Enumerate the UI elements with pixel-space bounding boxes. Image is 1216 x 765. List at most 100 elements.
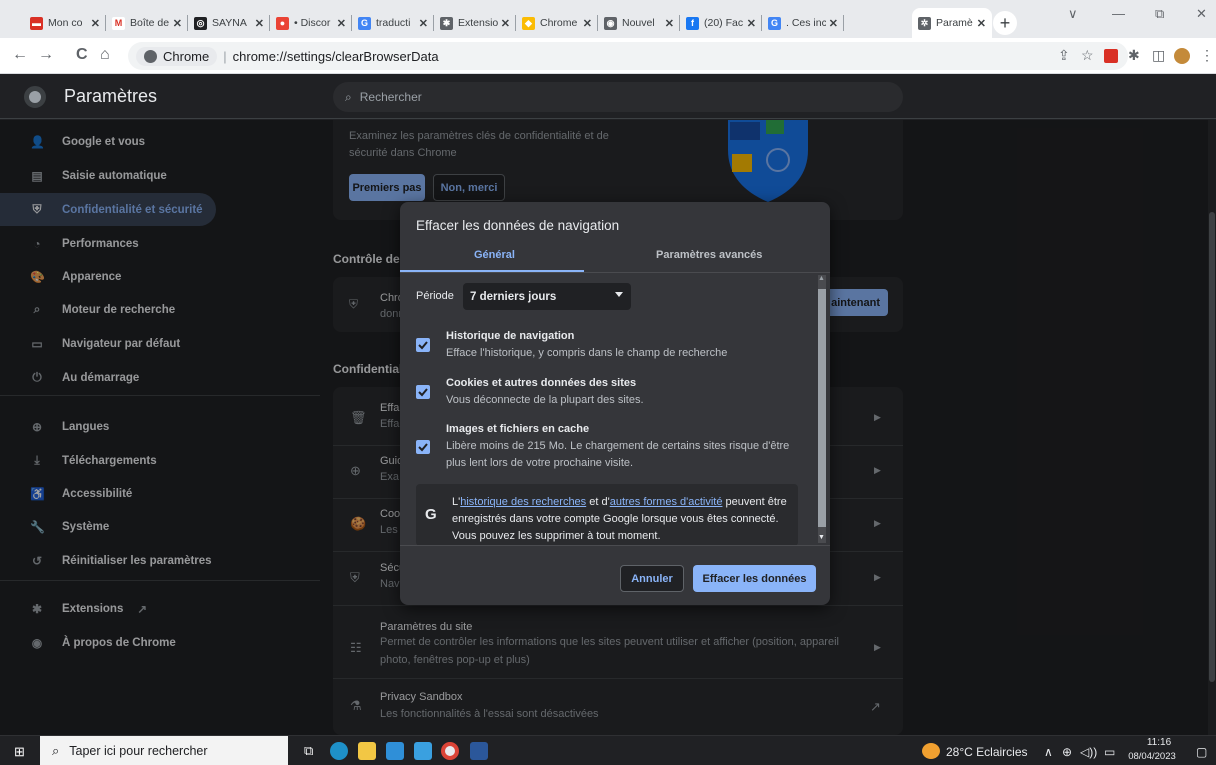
share-icon[interactable]: ⇪: [1058, 47, 1070, 64]
period-select[interactable]: 7 derniers jours: [463, 283, 631, 310]
tab-title: Paramè: [936, 17, 973, 29]
period-value: 7 derniers jours: [470, 290, 557, 303]
reload-icon[interactable]: C: [76, 46, 88, 64]
dialog-title: Effacer les données de navigation: [416, 218, 620, 233]
google-note-text: L'historique des recherches et d'autres …: [452, 494, 792, 545]
checkmark-icon: [418, 443, 428, 452]
tab-title: (20) Fac: [704, 17, 744, 29]
file-explorer-icon[interactable]: [358, 742, 376, 760]
tab-title: • Discor: [294, 17, 331, 29]
browser-tab[interactable]: ✲ Paramè ✕: [912, 8, 992, 38]
bookmark-star-icon[interactable]: ☆: [1081, 47, 1094, 64]
tray-expand-icon[interactable]: ∧: [1044, 745, 1053, 759]
other-activity-link[interactable]: autres formes d'activité: [610, 496, 723, 508]
note-mid: et d': [586, 496, 610, 508]
browser-tab[interactable]: ◉ Nouvel ✕: [598, 8, 680, 38]
history-title: Historique de navigation: [446, 330, 575, 342]
back-icon[interactable]: ←: [12, 46, 28, 64]
dialog-scroll-area[interactable]: Période 7 derniers jours Historique de n…: [400, 273, 830, 545]
dropdown-arrow-icon: [615, 292, 623, 297]
tab-close-icon[interactable]: ✕: [91, 17, 100, 30]
browser-tab[interactable]: ◆ Chrome ✕: [516, 8, 598, 38]
profile-avatar[interactable]: [1174, 48, 1190, 64]
address-bar[interactable]: Chrome | chrome://settings/clearBrowserD…: [128, 42, 1128, 70]
chrome-settings-logo-icon: [24, 86, 46, 108]
browser-tab[interactable]: G . Ces inc ✕: [762, 8, 844, 38]
tab-title: Chrome: [540, 17, 578, 29]
windows-taskbar: ⊞ ⌕ Taper ici pour rechercher ⧉ 28°C Ecl…: [0, 735, 1216, 765]
tab-close-icon[interactable]: ✕: [977, 17, 986, 30]
period-label: Période: [416, 290, 454, 302]
tab-close-icon[interactable]: ✕: [829, 17, 838, 30]
tab-favicon-icon: ✲: [918, 16, 931, 30]
search-history-link[interactable]: historique des recherches: [460, 496, 586, 508]
scroll-up-icon[interactable]: ▲: [818, 275, 825, 282]
cancel-button[interactable]: Annuler: [620, 565, 684, 592]
note-prefix: L': [452, 496, 461, 508]
dialog-scrollbar-thumb[interactable]: [818, 289, 826, 527]
tab-close-icon[interactable]: ✕: [583, 17, 592, 30]
menu-kebab-icon[interactable]: ⋮: [1200, 47, 1214, 64]
clear-data-button[interactable]: Effacer les données: [693, 565, 816, 592]
settings-search-input[interactable]: ⌕ Rechercher: [333, 82, 903, 112]
extensions-puzzle-icon[interactable]: ✱: [1128, 47, 1140, 64]
browser-tab[interactable]: f (20) Fac ✕: [680, 8, 762, 38]
browser-tab[interactable]: ◎ SAYNA ✕: [188, 8, 270, 38]
clock-time[interactable]: 11:16: [1134, 737, 1184, 748]
minimize-icon[interactable]: —: [1112, 6, 1125, 21]
browser-tab[interactable]: ▬ Mon co ✕: [24, 8, 106, 38]
tab-close-icon[interactable]: ✕: [173, 17, 182, 30]
edge-icon[interactable]: [330, 742, 348, 760]
volume-icon[interactable]: ◁)): [1080, 745, 1097, 759]
maximize-icon[interactable]: ⧉: [1155, 6, 1164, 22]
tab-basic[interactable]: Général: [474, 249, 515, 261]
url-origin: Chrome: [163, 48, 210, 64]
side-panel-icon[interactable]: ◫: [1152, 47, 1165, 64]
home-icon[interactable]: ⌂: [100, 46, 110, 64]
tab-close-icon[interactable]: ✕: [337, 17, 346, 30]
task-view-icon[interactable]: ⧉: [304, 743, 313, 759]
tab-advanced[interactable]: Paramètres avancés: [656, 249, 762, 261]
keyboard-icon[interactable]: ▭: [1104, 745, 1115, 759]
window-close-icon[interactable]: ✕: [1196, 6, 1207, 22]
tab-search-icon[interactable]: ∨: [1068, 6, 1078, 22]
tab-separator: [843, 15, 844, 31]
site-chip[interactable]: Chrome: [136, 46, 218, 66]
mail-icon[interactable]: [414, 742, 432, 760]
tab-close-icon[interactable]: ✕: [501, 17, 510, 30]
new-tab-button[interactable]: +: [993, 11, 1017, 35]
word-icon[interactable]: [470, 742, 488, 760]
search-icon: ⌕: [52, 743, 60, 758]
history-checkbox[interactable]: [416, 338, 430, 352]
browser-tab[interactable]: Gtraducti ✕: [352, 8, 434, 38]
network-icon[interactable]: ⊕: [1062, 745, 1072, 759]
chrome-icon: [144, 49, 157, 63]
browser-tab[interactable]: ✱ Extensio ✕: [434, 8, 516, 38]
taskbar-search-input[interactable]: ⌕ Taper ici pour rechercher: [40, 736, 288, 765]
tab-close-icon[interactable]: ✕: [747, 17, 756, 30]
forward-icon[interactable]: →: [38, 46, 54, 64]
clock-date[interactable]: 08/04/2023: [1120, 751, 1184, 762]
tab-close-icon[interactable]: ✕: [419, 17, 428, 30]
notifications-icon[interactable]: ▢: [1196, 745, 1207, 759]
cache-checkbox[interactable]: [416, 440, 430, 454]
settings-header: Paramètres ⌕ Rechercher: [0, 74, 1216, 119]
cookies-checkbox[interactable]: [416, 385, 430, 399]
search-icon: ⌕: [345, 89, 352, 104]
browser-tab[interactable]: M Boîte de ✕: [106, 8, 188, 38]
tab-title: Boîte de: [130, 17, 170, 29]
chrome-taskbar-icon[interactable]: [441, 742, 459, 760]
checkmark-icon: [418, 341, 428, 350]
tab-strip: ▬ Mon co ✕ M Boîte de ✕ ◎ SAYNA ✕ ● • Discor ✕ Gtrad…: [0, 0, 1216, 38]
taskbar-search-placeholder: Taper ici pour rechercher: [69, 744, 208, 758]
store-icon[interactable]: [386, 742, 404, 760]
weather-text[interactable]: 28°C Eclaircies: [946, 745, 1028, 759]
scroll-down-icon[interactable]: ▼: [818, 534, 825, 541]
tab-close-icon[interactable]: ✕: [665, 17, 674, 30]
extension-mail-icon[interactable]: [1104, 49, 1118, 63]
tab-close-icon[interactable]: ✕: [255, 17, 264, 30]
tab-favicon-icon: G: [768, 16, 781, 30]
windows-start-icon[interactable]: ⊞: [14, 744, 25, 760]
browser-tab[interactable]: ● • Discor ✕: [270, 8, 352, 38]
tab-title: Nouvel: [622, 17, 655, 29]
